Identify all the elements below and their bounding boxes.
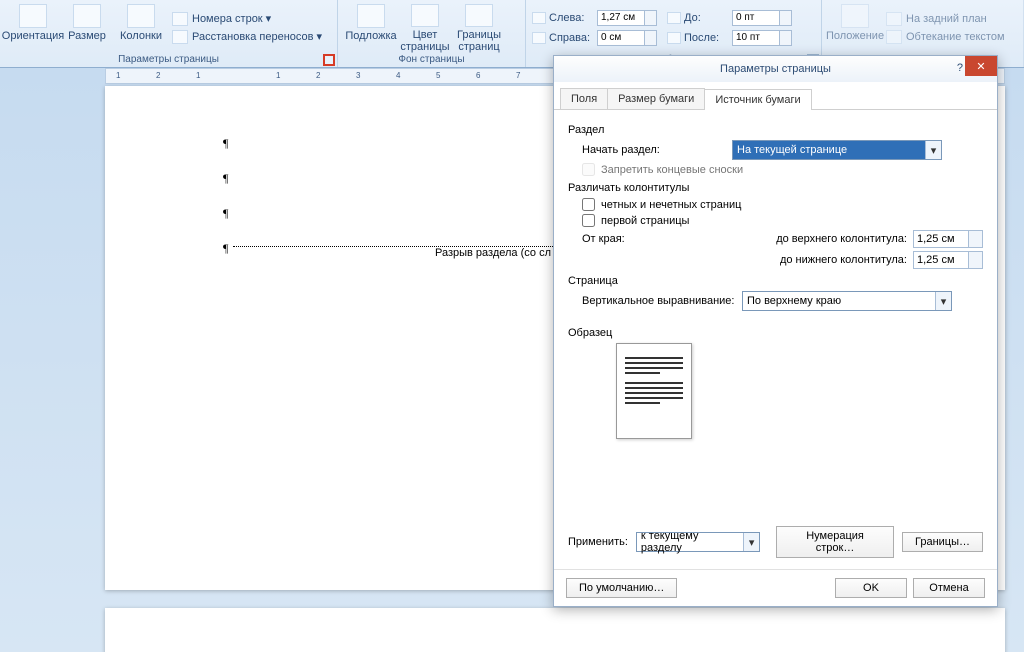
pilcrow-icon: ¶: [223, 206, 228, 221]
suppress-endnotes-checkbox: [582, 163, 595, 176]
page-borders-button[interactable]: Границы страниц: [452, 2, 506, 53]
watermark-button[interactable]: Подложка: [344, 2, 398, 53]
indent-left-input[interactable]: [597, 10, 645, 26]
columns-icon: [127, 4, 155, 28]
send-back-button[interactable]: На задний план: [886, 10, 1005, 28]
dialog-tabs: Поля Размер бумаги Источник бумаги: [554, 82, 997, 110]
orientation-button[interactable]: Ориентация: [6, 2, 60, 53]
indent-right-input[interactable]: [597, 30, 645, 46]
dialog-titlebar[interactable]: Параметры страницы ? ✕: [554, 56, 997, 82]
wrap-text-button[interactable]: Обтекание текстом: [886, 28, 1005, 46]
size-icon: [73, 4, 101, 28]
footer-distance-input[interactable]: [913, 251, 969, 269]
position-button[interactable]: Положение: [828, 2, 882, 53]
space-after-input[interactable]: [732, 30, 780, 46]
dialog-title: Параметры страницы: [720, 63, 831, 75]
stepper[interactable]: [969, 251, 983, 269]
stepper[interactable]: [645, 30, 657, 46]
vertical-align-combo[interactable]: По верхнему краю▾: [742, 291, 952, 311]
pilcrow-icon: ¶: [223, 241, 228, 256]
document-page-2[interactable]: •→ ¶: [105, 608, 1005, 652]
headers-group-label: Различать колонтитулы: [568, 182, 983, 194]
preview-thumbnail: [616, 343, 692, 439]
tab-fields[interactable]: Поля: [560, 88, 608, 109]
start-section-combo[interactable]: На текущей странице▾: [732, 140, 942, 160]
orientation-icon: [19, 4, 47, 28]
first-page-checkbox[interactable]: [582, 214, 595, 227]
ok-button[interactable]: OK: [835, 578, 907, 598]
tab-paper-size[interactable]: Размер бумаги: [607, 88, 705, 109]
line-numbers-button[interactable]: Нумерация строк…: [776, 526, 894, 558]
borders-button[interactable]: Границы…: [902, 532, 983, 552]
stepper[interactable]: [780, 10, 792, 26]
hyphenation-icon: [172, 30, 188, 44]
line-numbers-button[interactable]: Номера строк▾: [172, 10, 322, 28]
section-break: Разрыв раздела (со сл: [233, 246, 553, 259]
header-distance-input[interactable]: [913, 230, 969, 248]
group-page-setup-label: Параметры страницы: [0, 53, 337, 67]
stepper[interactable]: [969, 230, 983, 248]
size-button[interactable]: Размер: [60, 2, 114, 53]
page-group-label: Страница: [568, 275, 983, 287]
apply-to-combo[interactable]: к текущему разделу▾: [636, 532, 760, 552]
position-icon: [841, 4, 869, 28]
page-setup-dialog: Параметры страницы ? ✕ Поля Размер бумаг…: [553, 55, 998, 607]
stepper[interactable]: [645, 10, 657, 26]
watermark-icon: [357, 4, 385, 28]
pilcrow-icon: ¶: [223, 171, 228, 186]
odd-even-checkbox[interactable]: [582, 198, 595, 211]
page-color-icon: [411, 4, 439, 27]
default-button[interactable]: По умолчанию…: [566, 578, 677, 598]
pilcrow-icon: ¶: [223, 136, 228, 151]
group-background-label: Фон страницы: [338, 53, 525, 67]
hyphenation-button[interactable]: Расстановка переносов▾: [172, 28, 322, 46]
space-before-input[interactable]: [732, 10, 780, 26]
stepper[interactable]: [780, 30, 792, 46]
page-setup-launcher[interactable]: [323, 54, 335, 66]
page-color-button[interactable]: Цвет страницы: [398, 2, 452, 53]
preview-label: Образец: [568, 327, 983, 339]
line-numbers-icon: [172, 12, 188, 26]
cancel-button[interactable]: Отмена: [913, 578, 985, 598]
section-group-label: Раздел: [568, 124, 983, 136]
close-button[interactable]: ✕: [965, 56, 997, 76]
borders-icon: [465, 4, 493, 27]
columns-button[interactable]: Колонки: [114, 2, 168, 53]
tab-paper-source[interactable]: Источник бумаги: [704, 89, 811, 110]
help-button[interactable]: ?: [957, 62, 963, 74]
